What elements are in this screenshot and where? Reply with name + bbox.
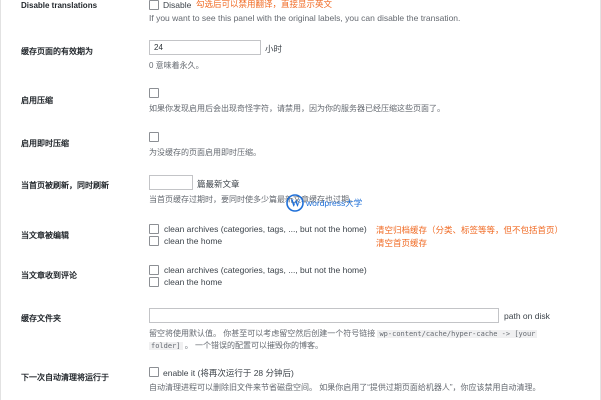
- on-edit-label: 当文章被编辑: [21, 231, 69, 240]
- disable-translations-checkbox[interactable]: [149, 0, 159, 10]
- instant-compression-label: 启用即时压缩: [21, 139, 69, 148]
- on-comment-home-checkbox[interactable]: [149, 277, 159, 287]
- cache-folder-suffix: path on disk: [504, 311, 550, 321]
- on-edit-home-option: clean the home: [164, 236, 223, 246]
- instant-compression-checkbox[interactable]: [149, 132, 159, 142]
- autoclean-checkbox[interactable]: [149, 367, 159, 377]
- compression-description: 如果你发现启用后会出现奇怪字符，请禁用，因为你的服务器已经压缩这些页面了。: [149, 104, 445, 113]
- autoclean-description: 自动清理进程可以删除旧文件来节省磁盘空间。 如果你启用了“提供过期页面给机器人”…: [149, 383, 541, 392]
- cache-folder-code: wp-content/cache/hyper-cache -> [your: [377, 330, 538, 338]
- cache-lifetime-label: 缓存页面的有效期为: [21, 47, 93, 56]
- on-comment-archives-checkbox[interactable]: [149, 265, 159, 275]
- on-edit-archives-checkbox[interactable]: [149, 224, 159, 234]
- cache-folder-description-line2: folder] 。 一个错误的配置可以摧毁你的博客。: [149, 340, 323, 351]
- autoclean-label: 下一次自动清理将运行于: [21, 373, 109, 382]
- cache-folder-label: 缓存文件夹: [21, 314, 61, 323]
- home-refresh-unit: 篇最新文章: [197, 179, 240, 189]
- on-comment-archives-option: clean archives (categories, tags, ..., b…: [164, 265, 367, 275]
- on-edit-archives-note: 清空归档缓存（分类、标签等等，但不包括首页）: [376, 225, 564, 235]
- disable-translations-label: Disable translations: [21, 1, 98, 10]
- cache-lifetime-description: 0 意味着永久。: [149, 61, 204, 70]
- wordpress-daxue-watermark: W wordpress大学: [286, 194, 363, 212]
- home-refresh-input[interactable]: [149, 175, 193, 190]
- cache-folder-description: 留空将使用默认值。 你甚至可以考虑留空然后创建一个符号链接 wp-content…: [149, 328, 538, 339]
- cache-folder-description-prefix: 留空将使用默认值。 你甚至可以考虑留空然后创建一个符号链接: [149, 329, 376, 338]
- on-comment-home-option: clean the home: [164, 277, 223, 287]
- instant-compression-description: 为没缓存的页面启用即时压缩。: [149, 148, 261, 157]
- cache-folder-description-suffix: 。 一个错误的配置可以摧毁你的博客。: [184, 341, 323, 350]
- cache-folder-input[interactable]: [149, 308, 499, 323]
- cache-lifetime-input[interactable]: [149, 40, 261, 55]
- on-comment-label: 当文章收到评论: [21, 271, 77, 280]
- autoclean-option: enable it (将再次运行于 28 分钟后): [163, 368, 294, 378]
- compression-checkbox[interactable]: [149, 88, 159, 98]
- settings-panel: Disable translations Disable 勾选后可以禁用翻译，直…: [0, 0, 601, 400]
- on-edit-home-note: 清空首页缓存: [376, 238, 428, 248]
- cache-folder-code2: folder]: [149, 342, 183, 350]
- compression-label: 启用压缩: [21, 96, 53, 105]
- disable-translations-note: 勾选后可以禁用翻译，直接显示英文: [196, 0, 333, 9]
- home-refresh-label: 当首页被刷新，同时刷新: [21, 181, 109, 190]
- cache-lifetime-unit: 小时: [265, 44, 283, 54]
- watermark-text: wordpress大学: [305, 198, 363, 208]
- svg-text:W: W: [291, 199, 301, 210]
- disable-translations-description: If you want to see this panel with the o…: [149, 13, 461, 23]
- on-edit-home-checkbox[interactable]: [149, 236, 159, 246]
- on-edit-archives-option: clean archives (categories, tags, ..., b…: [164, 224, 367, 234]
- disable-translations-option: Disable: [163, 0, 192, 10]
